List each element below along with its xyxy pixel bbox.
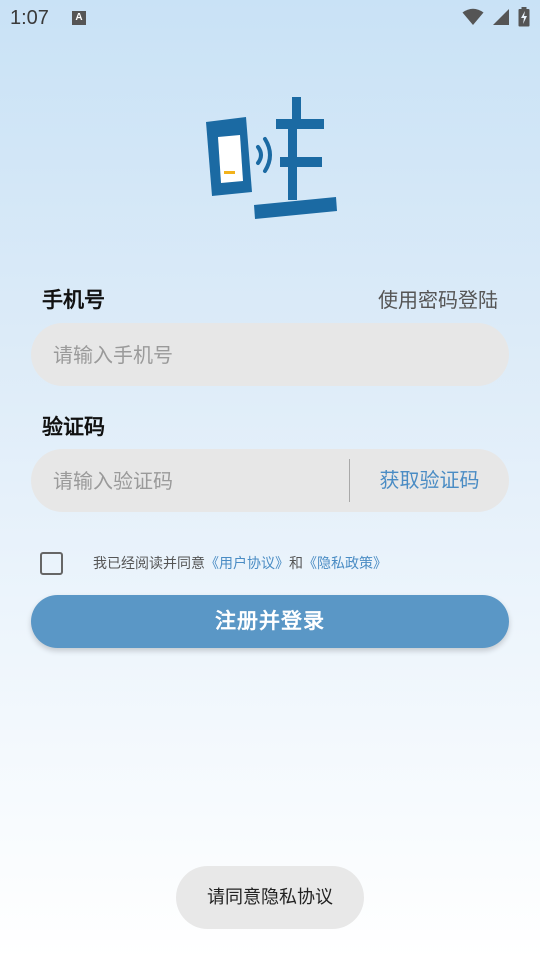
toast-message: 请同意隐私协议 xyxy=(176,866,364,929)
verification-code-label: 验证码 xyxy=(42,415,105,439)
wifi-icon xyxy=(462,8,484,25)
agreement-prefix: 我已经阅读并同意 xyxy=(93,556,205,572)
battery-charging-icon xyxy=(518,7,530,27)
phone-input[interactable] xyxy=(53,323,483,386)
agreement-text: 我已经阅读并同意《用户协议》和《隐私政策》 xyxy=(93,553,387,573)
register-login-button[interactable]: 注册并登录 xyxy=(31,595,509,648)
accessibility-notification-icon: A xyxy=(72,11,86,25)
app-logo xyxy=(200,95,340,225)
signal-icon xyxy=(493,9,509,25)
privacy-policy-link[interactable]: 《隐私政策》 xyxy=(303,556,387,572)
status-time: 1:07 xyxy=(10,7,49,29)
password-login-link[interactable]: 使用密码登陆 xyxy=(378,284,498,313)
agreement-conjunction: 和 xyxy=(289,556,303,572)
verification-code-container: 获取验证码 xyxy=(31,449,509,512)
user-agreement-link[interactable]: 《用户协议》 xyxy=(205,556,289,572)
phone-input-container xyxy=(31,323,509,386)
agreement-checkbox[interactable] xyxy=(40,552,63,575)
status-icons xyxy=(462,7,530,27)
verification-code-input[interactable] xyxy=(53,449,343,512)
get-code-button[interactable]: 获取验证码 xyxy=(350,449,509,512)
app-logo-graphic xyxy=(206,97,337,219)
phone-label: 手机号 xyxy=(42,288,105,312)
status-bar: 1:07 A xyxy=(0,0,540,36)
